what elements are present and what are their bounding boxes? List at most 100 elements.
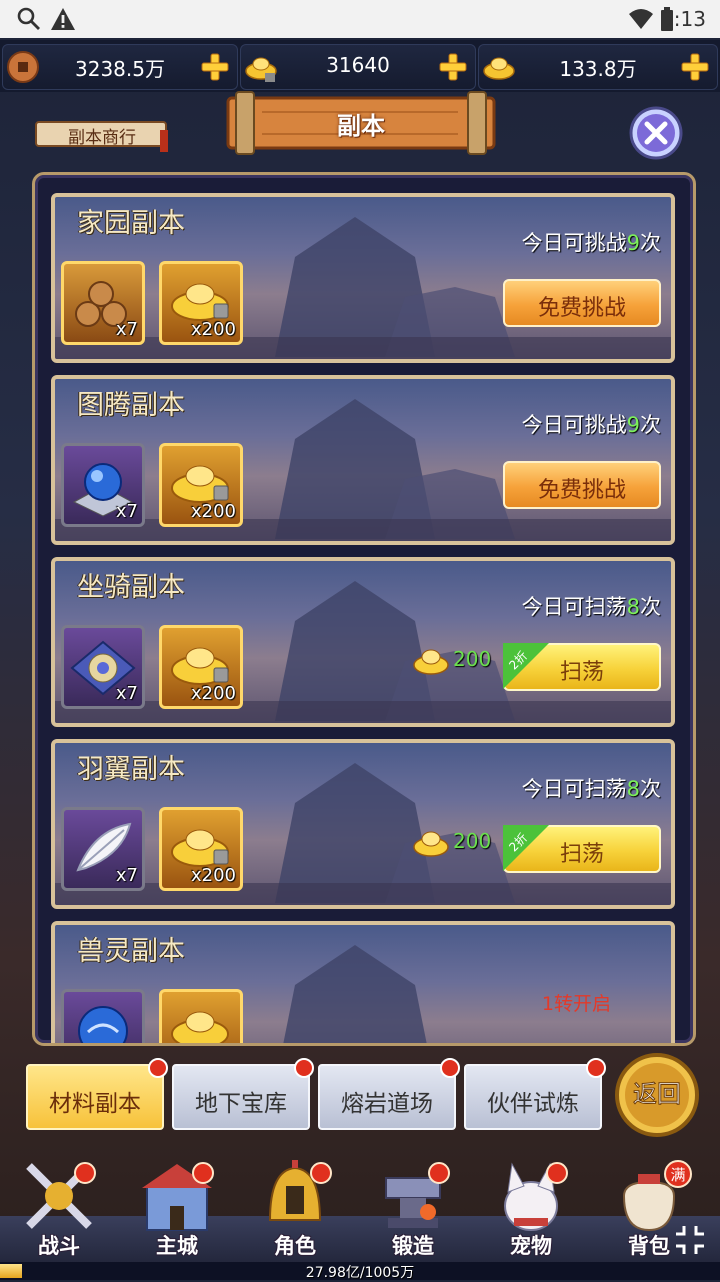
resource-gold: 133.8万 (478, 44, 718, 90)
notification-dot (294, 1058, 314, 1078)
nav-battle[interactable]: 战斗 (4, 1156, 114, 1266)
tab-material[interactable]: 材料副本 (26, 1058, 168, 1130)
pet-cat-icon (504, 1162, 558, 1231)
warning-icon (51, 8, 75, 30)
notification-dot (546, 1162, 568, 1184)
reward-item-gold[interactable]: x200 (159, 625, 243, 709)
back-label: 返回 (633, 1080, 681, 1108)
dungeon-card-wings: 羽翼副本 今日可扫荡8次 x7 x200 200 2折 扫荡 (51, 739, 675, 909)
item-quantity: x200 (190, 319, 236, 340)
notification-dot (192, 1162, 214, 1184)
free-challenge-label: 免费挑战 (537, 478, 626, 503)
close-button[interactable] (628, 105, 684, 161)
dungeon-name: 坐骑副本 (77, 572, 185, 603)
tab-label: 伙伴试炼 (487, 1091, 579, 1117)
notification-dot (310, 1162, 332, 1184)
crossed-swords-icon (26, 1163, 92, 1229)
helmet-icon (268, 1160, 322, 1221)
add-locked-gold-button[interactable] (437, 51, 469, 83)
nav-label: 战斗 (38, 1234, 80, 1258)
dungeon-shop-button[interactable]: 副本商行 (32, 116, 172, 152)
dungeon-card-totem: 图腾副本 今日可挑战9次 x7 x200 免费挑战 (51, 375, 675, 545)
dungeon-name: 羽翼副本 (77, 754, 185, 785)
gold-ingot-icon (413, 831, 449, 857)
item-quantity: x7 (115, 501, 138, 522)
notification-dot (440, 1058, 460, 1078)
reward-item-mount[interactable]: x7 (61, 625, 145, 709)
item-quantity: x7 (115, 865, 138, 886)
nav-label: 锻造 (392, 1234, 434, 1258)
unlock-requirement: 1转开启 (541, 993, 611, 1015)
bag-full-badge: 满 (664, 1160, 692, 1188)
notification-dot (148, 1058, 168, 1078)
reward-item-gold[interactable]: x200 (159, 261, 243, 345)
notification-dot (586, 1058, 606, 1078)
tab-lava-dojo[interactable]: 熔岩道场 (318, 1058, 460, 1130)
free-challenge-button[interactable]: 免费挑战 (503, 461, 661, 509)
castle-icon (142, 1164, 212, 1231)
experience-text: 27.98亿/1005万 (305, 1265, 415, 1281)
resource-bar: 3238.5万 31640 133.8万 (0, 40, 720, 92)
sweep-button[interactable]: 2折 扫荡 (503, 825, 661, 873)
nav-label: 角色 (274, 1234, 316, 1258)
collapse-icon[interactable] (672, 1222, 708, 1258)
nav-label: 宠物 (510, 1234, 552, 1258)
notification-dot (74, 1162, 96, 1184)
nav-character[interactable]: 角色 (240, 1156, 350, 1266)
tab-underground-vault[interactable]: 地下宝库 (172, 1058, 314, 1130)
dungeon-card-mount: 坐骑副本 今日可扫荡8次 x7 x200 200 2折 扫荡 (51, 557, 675, 727)
sweep-label: 扫荡 (559, 842, 604, 867)
dungeon-card-home: 家园副本 今日可挑战9次 x7 x200 免费挑战 (51, 193, 675, 363)
experience-bar: 27.98亿/1005万 (0, 1262, 720, 1281)
page-title-plank: 副本 (222, 90, 500, 156)
attempts-remaining: 今日可挑战9次 (521, 413, 661, 437)
tab-partner-trial[interactable]: 伙伴试炼 (464, 1058, 606, 1130)
reward-item-gold[interactable]: x200 (159, 443, 243, 527)
back-button[interactable]: 返回 (612, 1050, 702, 1140)
free-challenge-label: 免费挑战 (537, 296, 626, 321)
nav-pet[interactable]: 宠物 (476, 1156, 586, 1266)
search-icon[interactable] (16, 6, 42, 32)
dungeon-name: 家园副本 (77, 208, 185, 239)
sweep-button[interactable]: 2折 扫荡 (503, 643, 661, 691)
dungeon-tabs: 材料副本 地下宝库 熔岩道场 伙伴试炼 (26, 1058, 706, 1136)
reward-item-beast[interactable] (61, 989, 145, 1043)
reward-item-wood[interactable]: x7 (61, 261, 145, 345)
wifi-icon (629, 9, 653, 29)
item-quantity: x7 (115, 319, 138, 340)
item-quantity: x200 (190, 683, 236, 704)
dungeon-shop-label: 副本商行 (68, 128, 136, 148)
free-challenge-button[interactable]: 免费挑战 (503, 279, 661, 327)
sweep-cost-value: 200 (453, 647, 492, 671)
sweep-label: 扫荡 (559, 660, 604, 685)
nav-label: 主城 (156, 1234, 198, 1258)
sweep-cost-value: 200 (453, 829, 492, 853)
dungeon-list-panel[interactable]: 家园副本 今日可挑战9次 x7 x200 免费挑战 图腾副本 今日可挑战9次 x… (32, 172, 696, 1046)
tab-label: 材料副本 (49, 1091, 141, 1117)
dungeon-name: 兽灵副本 (77, 936, 185, 967)
reward-item-totem[interactable]: x7 (61, 443, 145, 527)
gold-ingot-icon (413, 649, 449, 675)
add-copper-button[interactable] (199, 51, 231, 83)
resource-copper: 3238.5万 (2, 44, 238, 90)
sweep-cost: 200 (411, 641, 501, 681)
bag-full-label: 满 (670, 1166, 686, 1184)
reward-item-feather[interactable]: x7 (61, 807, 145, 891)
nav-main-city[interactable]: 主城 (122, 1156, 232, 1266)
add-gold-button[interactable] (679, 51, 711, 83)
sweeps-remaining: 今日可扫荡8次 (521, 777, 661, 801)
nav-forge[interactable]: 锻造 (358, 1156, 468, 1266)
status-bar: 3:13 (0, 0, 720, 38)
page-title: 副本 (337, 112, 385, 140)
notification-dot (428, 1162, 450, 1184)
reward-item-gold[interactable] (159, 989, 243, 1043)
dungeon-name: 图腾副本 (77, 390, 185, 421)
locked-gold-ingot-icon (171, 1011, 229, 1043)
reward-item-gold[interactable]: x200 (159, 807, 243, 891)
sweeps-remaining: 今日可扫荡8次 (521, 595, 661, 619)
item-quantity: x200 (190, 865, 236, 886)
item-quantity: x200 (190, 501, 236, 522)
clock: 3:13 (661, 7, 706, 31)
resource-locked-gold: 31640 (240, 44, 476, 90)
beast-orb-icon (78, 1006, 128, 1043)
